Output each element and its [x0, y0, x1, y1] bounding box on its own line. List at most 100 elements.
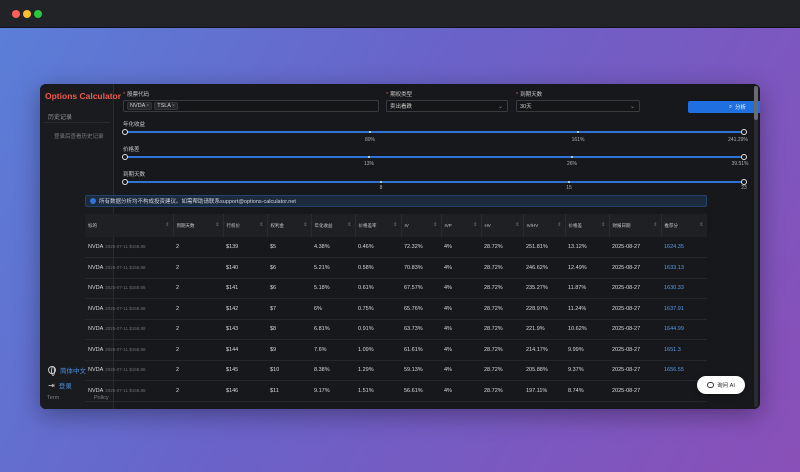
hv-cell: 28.72%: [481, 319, 523, 340]
symbol-tag[interactable]: NVDA ×: [127, 102, 153, 110]
table-row[interactable]: NVDA 2025-07-11 $158.88 2 $146 $11 9.17% 1.51%…: [85, 380, 707, 402]
symbol-text: NVDA: [88, 346, 104, 353]
sort-icon[interactable]: ⇕: [433, 222, 437, 228]
close-window-button[interactable]: [12, 10, 20, 18]
table-row[interactable]: NVDA 2025-07-11 $158.88 2 $145 $10 8.38% 1.29%…: [85, 360, 707, 381]
ask-ai-button[interactable]: 询问 AI: [697, 376, 745, 394]
vertical-scrollbar[interactable]: [754, 86, 758, 407]
strategy-value: 卖出看跌: [390, 104, 413, 110]
column-header[interactable]: IV/HV ⇕: [523, 214, 566, 237]
slider-mark-dot: [568, 181, 570, 183]
table-row[interactable]: NVDA 2025-07-11 $158.88 2 $142 $7 6% 0.75% 65.7…: [85, 298, 707, 320]
sort-icon[interactable]: ⇕: [393, 222, 397, 228]
term-link[interactable]: Term: [47, 395, 59, 401]
sort-icon[interactable]: ⇕: [601, 222, 605, 228]
column-header[interactable]: HV ⇕: [481, 214, 524, 237]
days-mark: 8: [379, 185, 383, 191]
ivhv-cell: 214.17%: [523, 339, 565, 361]
strategy-select[interactable]: 卖出看跌 ⌄: [386, 100, 508, 112]
symbol-tag[interactable]: TSLA ×: [154, 102, 178, 110]
premium-cell: $8: [267, 319, 311, 340]
sort-icon[interactable]: ⇕: [515, 222, 519, 228]
language-label: 简体中文: [60, 368, 86, 375]
sort-icon[interactable]: ⇕: [165, 222, 169, 228]
column-header-label: 行权价: [226, 222, 241, 228]
sort-icon[interactable]: ⇕: [473, 222, 477, 228]
table-row[interactable]: NVDA 2025-07-11 $158.88 2 $141 $6 5.18% 0.61% 6…: [85, 278, 707, 299]
hv-cell: 28.72%: [481, 298, 523, 320]
table-row[interactable]: NVDA 2025-07-11 $158.88 2 $144 $9 7.6% 1.09% 61…: [85, 339, 707, 361]
strike-cell: $139: [223, 237, 267, 258]
sort-icon[interactable]: ⇕: [699, 222, 703, 228]
price-diff-mark: 39.51%: [731, 161, 749, 167]
table-row[interactable]: NVDA 2025-07-11 $158.88 2 $143 $8 6.81% 0.91% 6…: [85, 319, 707, 340]
scrollbar-thumb[interactable]: [754, 86, 758, 120]
remove-tag-icon[interactable]: ×: [146, 103, 149, 109]
symbol-text: NVDA: [88, 305, 104, 312]
column-header[interactable]: IV ⇕: [401, 214, 442, 237]
diff-cell: 9.37%: [565, 360, 609, 381]
premium-cell: $10: [267, 360, 311, 381]
earnings-cell: 2025-08-27: [609, 380, 661, 402]
days-slider-track[interactable]: [125, 181, 745, 183]
column-header[interactable]: 权利金 ⇕: [267, 214, 312, 237]
diff-rate-cell: 0.58%: [355, 257, 401, 279]
analyze-button[interactable]: ⌕ 分析: [688, 101, 760, 113]
sort-icon[interactable]: ⇕: [347, 222, 351, 228]
strike-cell: $141: [223, 278, 267, 299]
sort-icon[interactable]: ⇕: [653, 222, 657, 228]
column-header[interactable]: 价格差 ⇕: [565, 214, 610, 237]
earnings-cell: 2025-08-27: [609, 319, 661, 340]
table-row[interactable]: NVDA 2025-07-11 $158.88 2 $140 $6 5.21% 0.58% 7…: [85, 257, 707, 279]
expiry-select[interactable]: 30天 ⌄: [516, 100, 640, 112]
column-header[interactable]: 年化收益 ⇕: [311, 214, 356, 237]
column-header[interactable]: 行权价 ⇕: [223, 214, 268, 237]
language-button[interactable]: 简体中文: [48, 365, 86, 376]
score-cell[interactable]: 1651.3: [661, 339, 707, 361]
brand-logo[interactable]: Options Calculator: [45, 91, 121, 101]
yield-mark: 161%: [571, 137, 585, 143]
symbol-cell: NVDA 2025-07-11 $158.88: [85, 319, 173, 340]
score-cell[interactable]: 1624.35: [661, 237, 707, 258]
symbol-text: NVDA: [88, 326, 104, 333]
earnings-cell: 2025-08-27: [609, 360, 661, 381]
symbol-select[interactable]: NVDA × TSLA ×: [123, 100, 379, 112]
score-cell[interactable]: 1637.91: [661, 298, 707, 320]
yield-slider-min-handle[interactable]: [122, 129, 128, 135]
yield-cell: 8.38%: [311, 360, 355, 381]
sort-icon[interactable]: ⇕: [215, 222, 219, 228]
sort-icon[interactable]: ⇕: [557, 222, 561, 228]
remove-tag-icon[interactable]: ×: [172, 103, 175, 109]
sort-icon[interactable]: ⇕: [303, 222, 307, 228]
price-diff-slider-track[interactable]: [125, 156, 745, 158]
column-header[interactable]: 标的 ⇕: [85, 214, 174, 237]
info-icon: [90, 198, 96, 204]
days-cell: 2: [173, 257, 223, 279]
price-diff-slider-min-handle[interactable]: [122, 154, 128, 160]
slider-mark-dot: [571, 156, 573, 158]
price-diff-slider-max-handle[interactable]: [741, 154, 747, 160]
days-slider-min-handle[interactable]: [122, 179, 128, 185]
login-history-hint[interactable]: 登录后查看历史记录: [54, 132, 104, 140]
score-cell[interactable]: 1633.13: [661, 257, 707, 279]
score-cell[interactable]: 1630.33: [661, 278, 707, 299]
table-row[interactable]: NVDA 2025-07-11 $158.88 2 $139 $5 4.38% 0.46% 7…: [85, 237, 707, 258]
minimize-window-button[interactable]: [23, 10, 31, 18]
hv-cell: 28.72%: [481, 339, 523, 361]
login-button[interactable]: ⇥ 登录: [48, 380, 72, 391]
column-header[interactable]: 到期天数 ⇕: [173, 214, 224, 237]
column-header[interactable]: 推荐分 ⇕: [661, 214, 707, 237]
yield-cell: 7.6%: [311, 339, 355, 361]
maximize-window-button[interactable]: [34, 10, 42, 18]
column-header[interactable]: IVP ⇕: [441, 214, 482, 237]
symbol-cell: NVDA 2025-07-11 $158.88: [85, 360, 173, 381]
yield-slider-track[interactable]: [125, 131, 745, 133]
score-cell[interactable]: 1644.99: [661, 319, 707, 340]
column-header[interactable]: 财报日期 ⇕: [609, 214, 662, 237]
chat-icon: [707, 382, 715, 388]
sort-icon[interactable]: ⇕: [259, 222, 263, 228]
yield-slider-max-handle[interactable]: [741, 129, 747, 135]
iv-cell: 70.83%: [401, 257, 441, 279]
chevron-down-icon: ⌄: [629, 104, 635, 110]
column-header[interactable]: 价格差率 ⇕: [355, 214, 402, 237]
